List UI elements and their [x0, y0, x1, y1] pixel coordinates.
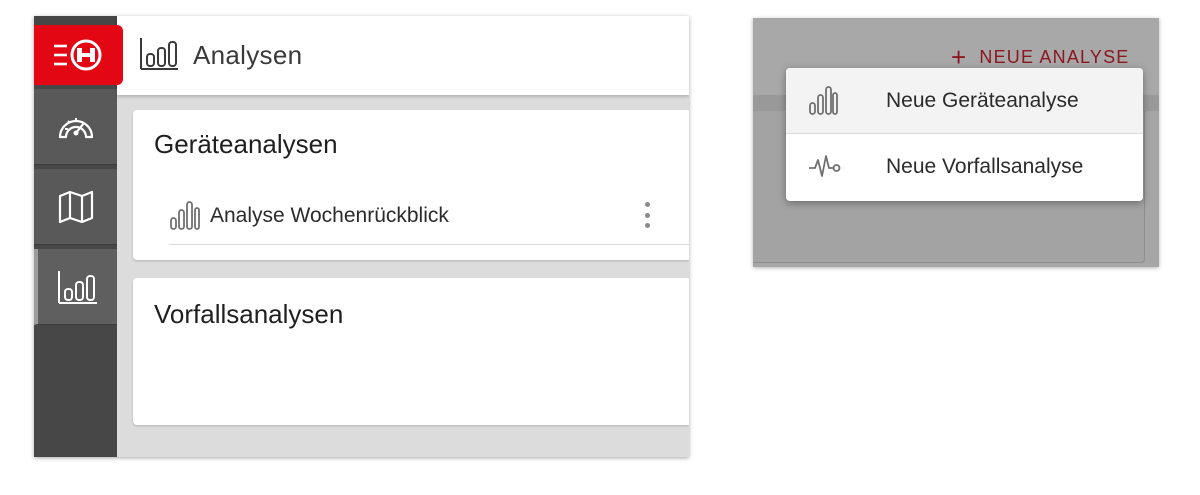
section-title: Geräteanalysen — [154, 129, 338, 159]
pulse-icon — [808, 150, 842, 187]
new-analysis-menu: Neue Geräteanalyse Neue Vorfallsanalyse — [786, 68, 1143, 201]
map-icon — [58, 190, 93, 223]
section-geraeteanalysen: Geräteanalysen Analyse Wochenrückblick — [133, 110, 689, 260]
new-analysis-panel: + NEUE ANALYSE Neue Geräteanalyse Neue V… — [753, 18, 1159, 267]
new-analysis-button-label: NEUE ANALYSE — [979, 46, 1130, 67]
menu-item-new-device-analysis[interactable]: Neue Geräteanalyse — [786, 68, 1143, 134]
list-item-label: Analyse Wochenrückblick — [210, 204, 449, 227]
page-title: Analysen — [193, 40, 303, 70]
menu-item-label: Neue Vorfallsanalyse — [886, 155, 1084, 178]
menu-item-label: Neue Geräteanalyse — [886, 89, 1079, 112]
app-logo[interactable] — [34, 25, 123, 85]
bar-chart-icon — [139, 37, 179, 76]
sidebar — [34, 16, 123, 457]
section-title: Vorfallsanalysen — [154, 299, 344, 329]
plus-icon: + — [951, 42, 968, 72]
bar-chart-icon — [57, 270, 97, 304]
sidebar-item-analytics[interactable] — [34, 249, 117, 325]
more-options-icon[interactable] — [642, 200, 652, 230]
bar-chart-icon — [169, 198, 201, 237]
section-vorfallsanalysen: Vorfallsanalysen — [133, 278, 689, 425]
dashboard-gauge-icon — [58, 117, 93, 138]
list-item[interactable]: Analyse Wochenrückblick — [169, 195, 689, 245]
page-header: Analysen — [117, 16, 689, 95]
bar-chart-icon — [808, 84, 838, 121]
menu-logo-icon — [53, 39, 101, 71]
sidebar-item-dashboard[interactable] — [34, 89, 117, 165]
menu-item-new-incident-analysis[interactable]: Neue Vorfallsanalyse — [786, 134, 1143, 200]
app-window: Analysen Geräteanalysen Analyse Wochenrü… — [34, 16, 689, 457]
sidebar-item-map[interactable] — [34, 169, 117, 245]
